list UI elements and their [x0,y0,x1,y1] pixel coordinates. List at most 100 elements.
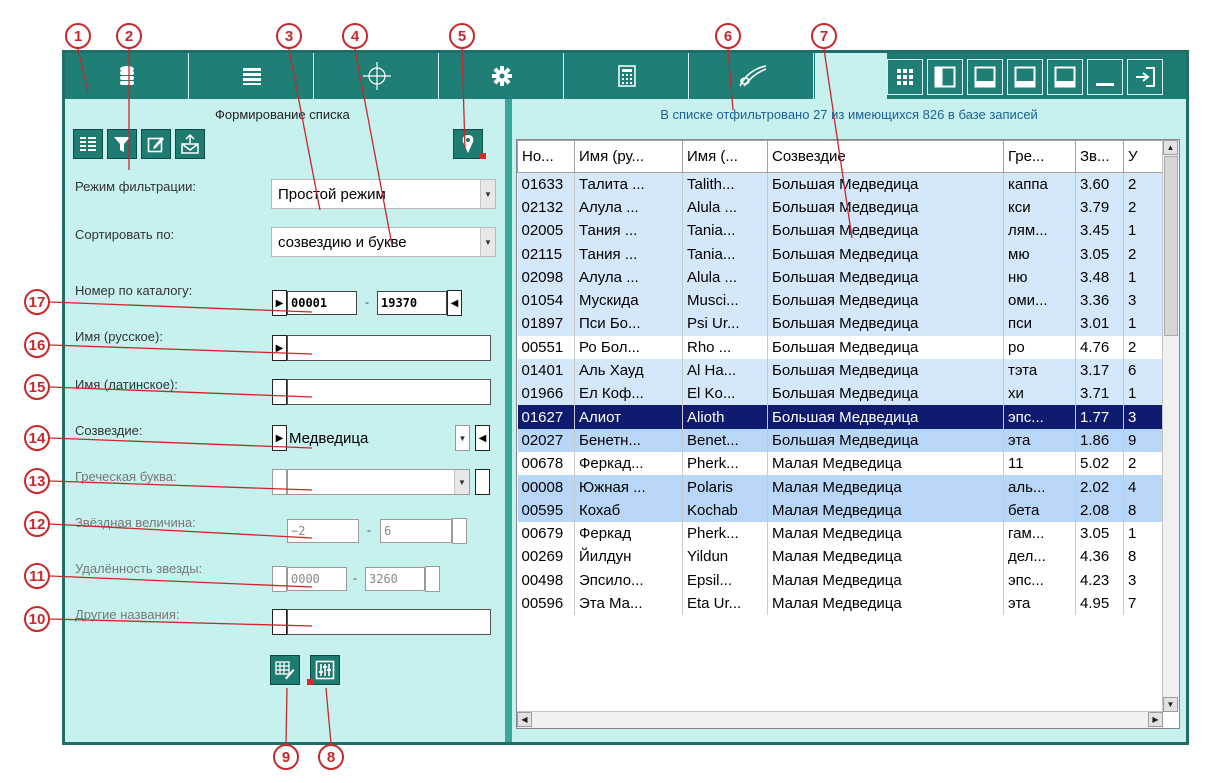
horizontal-scrollbar[interactable]: ◀ ▶ [517,711,1163,728]
list-button[interactable] [190,53,314,99]
column-header-number[interactable]: Но... [517,140,575,173]
filter-button[interactable] [107,129,137,159]
magnitude-arrow-button[interactable] [452,518,467,544]
name-ru-input[interactable] [287,335,491,361]
cell-number: 02115 [517,242,575,266]
pin-icon [462,135,474,153]
column-header-name-lat[interactable]: Имя (... [682,140,768,173]
app-window: Формирование списка Режим фильтрации: Пр… [62,50,1189,745]
columns-button[interactable] [73,129,103,159]
other-names-arrow-button[interactable] [272,609,287,635]
catalog-to-input[interactable]: 19370 [377,291,447,315]
catalog-to-arrow-button[interactable]: ◀ [447,290,462,316]
edit-button[interactable] [141,129,171,159]
scroll-thumb[interactable] [1164,156,1178,336]
export-button[interactable] [175,129,205,159]
name-lat-arrow-button[interactable] [272,379,287,405]
catalog-from-input[interactable]: 00001 [287,291,357,315]
catalog-range-dash: - [365,295,369,309]
greek-select[interactable]: ▼ [287,469,470,495]
table-row[interactable]: 00679 Феркад Pherk... Малая Медведица гам...… [517,521,1164,546]
column-header-name-ru[interactable]: Имя (ру... [574,140,683,173]
cell-distance: 2 [1123,335,1164,359]
distance-arrow-button[interactable] [272,566,287,592]
table-row[interactable]: 00008 Южная ... Polaris Малая Медведица аль.… [517,475,1164,499]
filter-mode-select[interactable]: Простой режим ▼ [271,179,496,209]
table-row[interactable]: 02027 Бенетн... Benet... Большая Медведица э… [517,428,1164,453]
name-lat-input[interactable] [287,379,491,405]
left-panel-button[interactable] [927,59,963,95]
calculator-icon [617,65,636,87]
magnitude-from-input[interactable]: −2 [287,519,359,543]
column-header-greek[interactable]: Гре... [1003,140,1076,173]
other-names-input[interactable] [287,609,491,635]
grid-view-button[interactable] [887,59,923,95]
table-row[interactable]: 02115 Тания ... Tania... Большая Медведица м… [517,242,1164,266]
table-row-selected[interactable]: 01627 Алиот Alioth Большая Медведица эпс... 1… [517,405,1164,429]
apply-filter-button[interactable] [307,655,340,685]
scroll-up-button[interactable]: ▲ [1163,140,1178,155]
cell-name-ru: Пси Бо... [574,312,683,336]
column-header-constellation[interactable]: Созвездие [767,140,1004,173]
cell-name-lat: Pherk... [682,452,768,476]
table-row[interactable]: 00551 Ро Бол... Rho ... Большая Медведица ро… [517,335,1164,359]
exit-button[interactable] [1127,59,1163,95]
name-ru-arrow-button[interactable]: ▶ [272,335,287,361]
table-row[interactable]: 01966 Ел Коф... El Ko... Большая Медведица х… [517,382,1164,406]
column-header-magnitude[interactable]: Зв... [1075,140,1124,173]
window-button[interactable] [1047,59,1083,95]
vertical-scrollbar[interactable]: ▲ ▼ [1162,140,1179,712]
minimize-button[interactable] [1087,59,1123,95]
comet-button[interactable] [690,53,814,99]
table-row[interactable]: 01897 Пси Бо... Psi Ur... Большая Медведица… [517,312,1164,336]
settings-button[interactable] [440,53,564,99]
table-row[interactable]: 01054 Мускида Musci... Большая Медведица оми… [517,288,1164,313]
sort-select[interactable]: созвездию и букве ▼ [271,227,496,257]
table-row[interactable]: 02098 Алула ... Alula ... Большая Медведица… [517,265,1164,289]
distance-to-arrow-button[interactable] [425,566,440,592]
clear-filter-button[interactable] [270,655,300,685]
constellation-select[interactable]: Медведица ▼ [287,425,470,451]
constellation-arrow-button[interactable]: ▶ [272,425,287,451]
cell-name-ru: Тания ... [574,242,683,266]
crosshair-button[interactable] [315,53,439,99]
bottom-panel-icon [1014,66,1036,88]
toolbar-empty-tab[interactable] [815,53,887,99]
cell-greek: аль... [1003,475,1076,499]
greek-reverse-button[interactable] [475,469,490,495]
table-row[interactable]: 01401 Аль Хауд Al Ha... Большая Медведица тэ… [517,358,1164,383]
table-row[interactable]: 01633 Талита ... Talith... Большая Медведиц… [517,172,1164,196]
cell-constellation: Малая Медведица [767,545,1004,569]
pin-button[interactable] [453,129,486,159]
catalog-from-arrow-button[interactable]: ▶ [272,290,287,316]
calculator-button[interactable] [565,53,689,99]
constellation-reverse-button[interactable]: ◀ [475,425,490,451]
magnitude-to-input[interactable]: 6 [380,519,452,543]
table-row[interactable]: 00269 Йилдун Yildun Малая Медведица дел... 4.… [517,545,1164,569]
stars-table[interactable]: Но... Имя (ру... Имя (... Созвездие Гре.… [516,139,1180,729]
scroll-down-button[interactable]: ▼ [1163,697,1178,712]
bottom-panel-button[interactable] [1007,59,1043,95]
table-row[interactable]: 00596 Эта Ма... Eta Ur... Малая Медведица эт… [517,591,1164,616]
table-row[interactable]: 00498 Эпсило... Epsil... Малая Медведица эпс… [517,568,1164,592]
table-row[interactable]: 00678 Феркад... Pherk... Малая Медведица 11 5… [517,452,1164,476]
cell-distance: 1 [1123,382,1164,406]
cell-number: 01633 [517,172,575,196]
table-row[interactable]: 02005 Тания ... Tania... Большая Медведица л… [517,219,1164,243]
top-panel-button[interactable] [967,59,1003,95]
column-header-distance[interactable]: У [1123,140,1164,173]
greek-arrow-button[interactable] [272,469,287,495]
scroll-right-button[interactable]: ▶ [1148,712,1163,727]
panel-splitter[interactable] [505,99,512,742]
scroll-left-button[interactable]: ◀ [517,712,532,727]
cell-distance: 2 [1123,452,1164,476]
database-icon [119,66,134,85]
distance-from-input[interactable]: 0000 [287,567,347,591]
table-row[interactable]: 00595 Кохаб Kochab Малая Медведица бета 2.08 8 [517,498,1164,522]
table-row[interactable]: 02132 Алула ... Alula ... Большая Медведица… [517,195,1164,220]
database-button[interactable] [65,53,189,99]
table-header-row: Но... Имя (ру... Имя (... Созвездие Гре.… [517,140,1164,173]
cell-number: 01627 [517,405,575,429]
grid-view-icon [897,69,913,85]
distance-to-input[interactable]: 3260 [365,567,425,591]
